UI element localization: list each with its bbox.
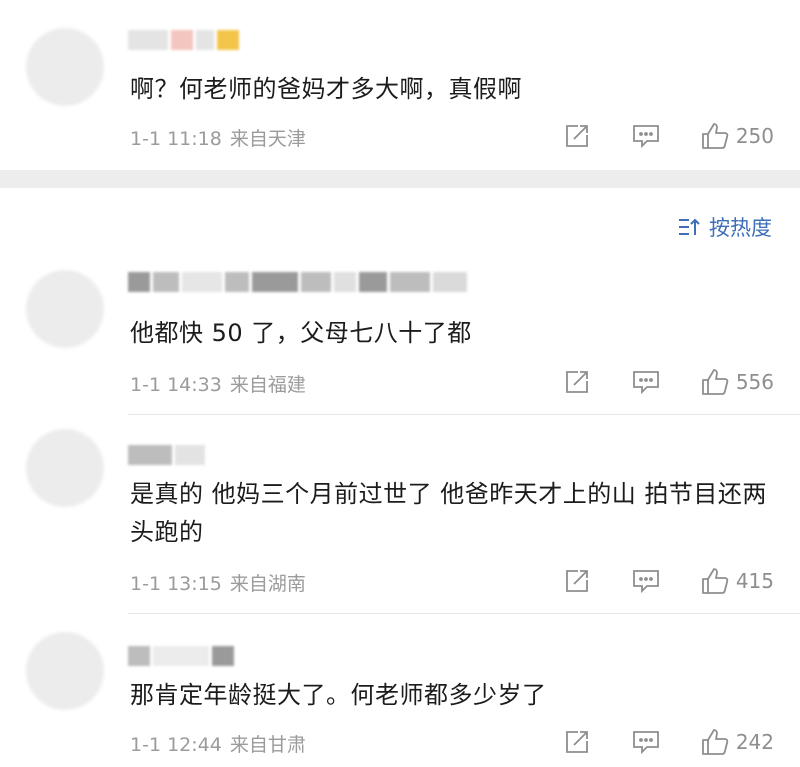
- comment-actions: 242: [564, 726, 774, 758]
- comment-time: 1-1 11:18: [130, 128, 222, 150]
- like-button[interactable]: 250: [700, 121, 774, 151]
- thumbs-up-icon: [701, 568, 729, 594]
- comment-text: 啊？何老师的爸妈才多大啊，真假啊: [130, 75, 522, 103]
- section-separator: [0, 170, 800, 188]
- avatar[interactable]: [26, 429, 104, 507]
- sort-icon: [679, 218, 700, 235]
- comment-icon: [632, 371, 659, 395]
- like-count: 250: [735, 124, 774, 148]
- comment-time: 1-1 12:44: [130, 734, 222, 756]
- avatar[interactable]: [26, 28, 104, 106]
- comment-meta: 1-1 11:18 来自天津: [130, 124, 306, 151]
- comment-item: 是真的 他妈三个月前过世了 他爸昨天才上的山 拍节目还两头跑的 1-1 13:1…: [0, 415, 800, 613]
- username[interactable]: [128, 644, 234, 668]
- repost-icon: [565, 731, 588, 753]
- comment-text: 那肯定年龄挺大了。何老师都多少岁了: [130, 681, 547, 709]
- sort-toggle[interactable]: 按热度: [677, 212, 772, 242]
- comment-location: 来自湖南: [229, 573, 306, 595]
- reply-button[interactable]: [632, 123, 660, 149]
- username[interactable]: [128, 270, 467, 294]
- repost-button[interactable]: [564, 369, 590, 395]
- username[interactable]: [128, 443, 205, 467]
- like-count: 242: [735, 730, 774, 754]
- comment-item: 那肯定年龄挺大了。何老师都多少岁了 1-1 12:44 来自甘肃 242: [0, 614, 800, 767]
- avatar[interactable]: [26, 270, 104, 348]
- like-button[interactable]: 415: [700, 566, 774, 596]
- thumbs-up-icon: [701, 729, 729, 755]
- like-count: 556: [735, 370, 774, 394]
- like-button[interactable]: 556: [700, 367, 774, 397]
- comment-icon: [632, 570, 659, 594]
- reply-button[interactable]: [632, 729, 660, 755]
- comment-text: 是真的 他妈三个月前过世了 他爸昨天才上的山 拍节目还两头跑的: [130, 480, 767, 546]
- repost-button[interactable]: [564, 123, 590, 149]
- comment-time: 1-1 13:15: [130, 573, 222, 595]
- thumbs-up-icon: [701, 123, 729, 149]
- reply-button[interactable]: [632, 369, 660, 395]
- comment-location: 来自福建: [229, 374, 306, 396]
- comment-meta: 1-1 13:15 来自湖南: [130, 569, 306, 596]
- repost-icon: [565, 371, 588, 393]
- repost-button[interactable]: [564, 568, 590, 594]
- comment-item: 啊？何老师的爸妈才多大啊，真假啊 1-1 11:18 来自天津 250: [0, 0, 800, 170]
- comment-location: 来自甘肃: [229, 734, 306, 756]
- comment-meta: 1-1 14:33 来自福建: [130, 370, 306, 397]
- comment-actions: 415: [564, 565, 774, 597]
- comment-item: 他都快 50 了，父母七八十了都 1-1 14:33 来自福建 556: [0, 256, 800, 414]
- avatar[interactable]: [26, 632, 104, 710]
- username[interactable]: [128, 28, 239, 52]
- thumbs-up-icon: [701, 369, 729, 395]
- comment-text: 他都快 50 了，父母七八十了都: [130, 319, 472, 347]
- sort-label: 按热度: [709, 216, 772, 240]
- comment-location: 来自天津: [229, 128, 306, 150]
- comment-icon: [632, 125, 659, 149]
- repost-button[interactable]: [564, 729, 590, 755]
- repost-icon: [565, 125, 588, 147]
- comment-actions: 556: [564, 366, 774, 398]
- reply-button[interactable]: [632, 568, 660, 594]
- comment-icon: [632, 731, 659, 755]
- like-button[interactable]: 242: [700, 727, 774, 757]
- like-count: 415: [735, 569, 774, 593]
- comment-time: 1-1 14:33: [130, 374, 222, 396]
- comment-feed: 啊？何老师的爸妈才多大啊，真假啊 1-1 11:18 来自天津 250 按热度 他…: [0, 0, 800, 767]
- repost-icon: [565, 570, 588, 592]
- comment-meta: 1-1 12:44 来自甘肃: [130, 730, 306, 757]
- comment-actions: 250: [564, 120, 774, 152]
